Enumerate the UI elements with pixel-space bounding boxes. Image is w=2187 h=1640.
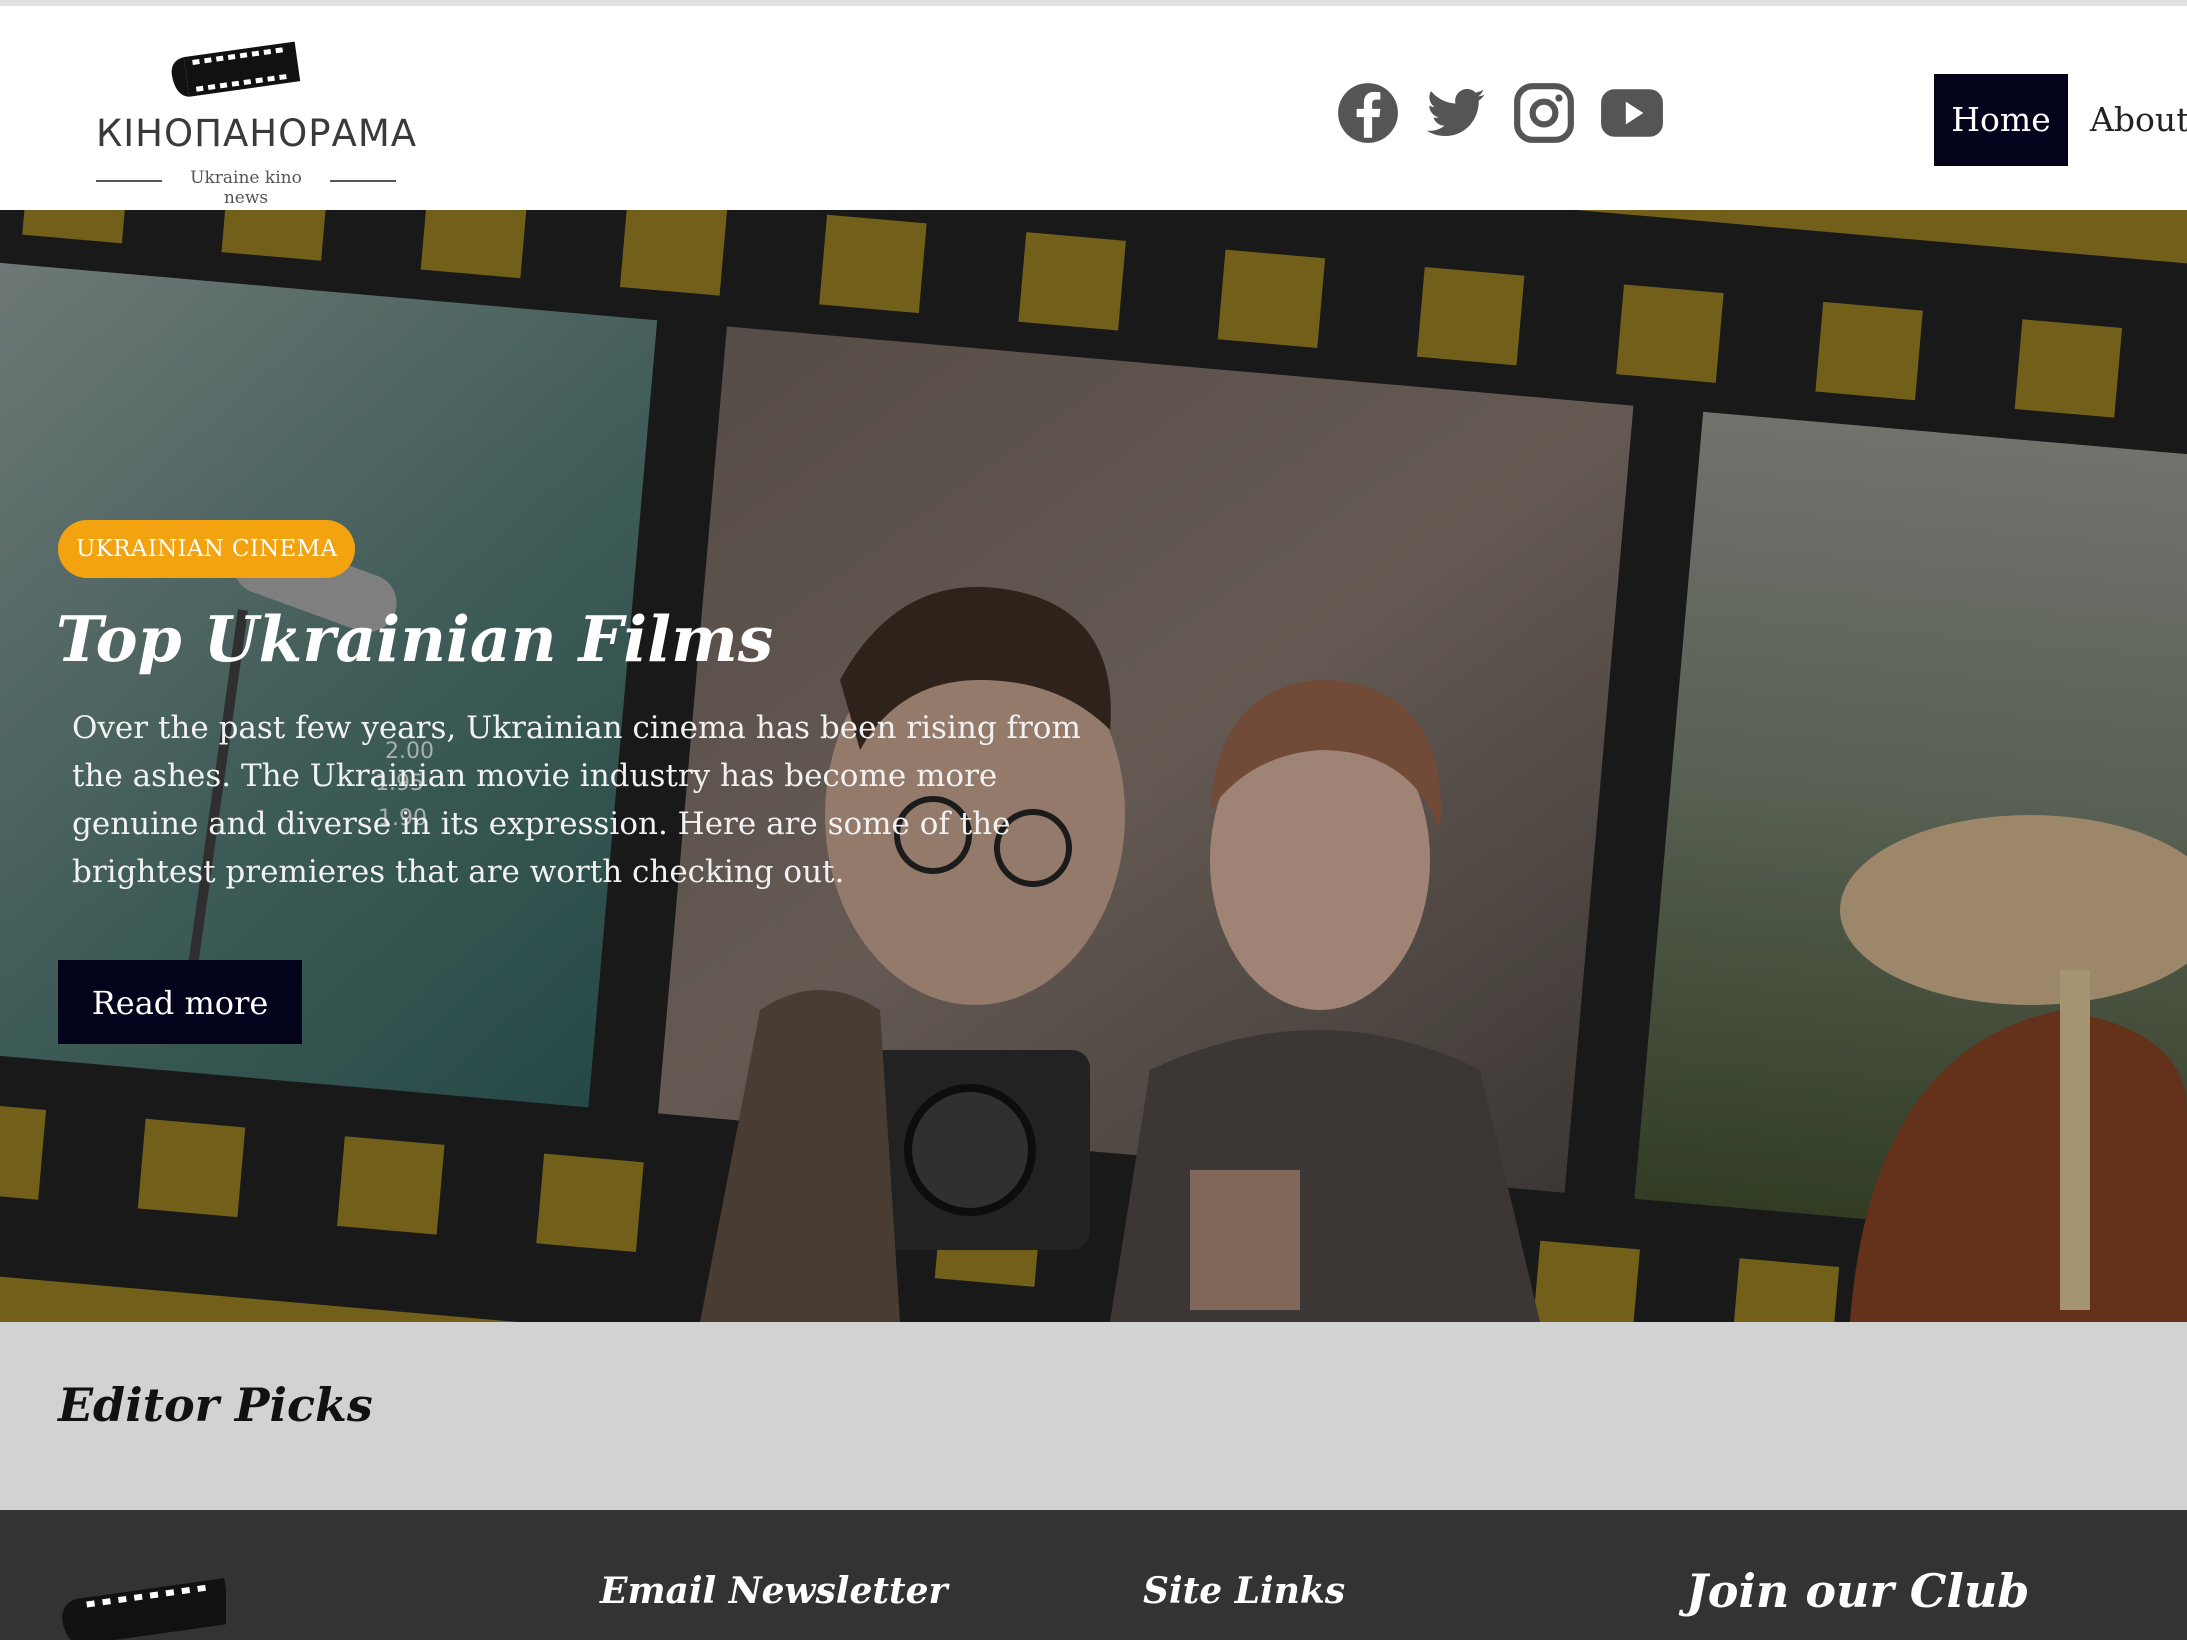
footer-newsletter-title: Email Newsletter xyxy=(600,1570,948,1612)
editor-picks-section: Editor Picks xyxy=(0,1322,2187,1510)
footer-links-title: Site Links xyxy=(1143,1570,1346,1612)
nav-home[interactable]: Home xyxy=(1934,74,2068,166)
youtube-icon[interactable] xyxy=(1599,80,1665,146)
site-logo[interactable]: КІНОПАНОРАМА Ukraine kino news xyxy=(96,20,418,208)
film-reel-icon xyxy=(62,1578,226,1640)
hero-title: Top Ukrainian Films xyxy=(56,602,774,676)
film-reel-icon xyxy=(171,41,301,97)
editor-picks-title: Editor Picks xyxy=(58,1378,373,1432)
twitter-icon[interactable] xyxy=(1423,80,1489,146)
footer-club-title: Join our Club xyxy=(1686,1564,2030,1618)
category-badge[interactable]: UKRAINIAN CINEMA xyxy=(58,520,356,578)
site-footer: Email Newsletter Site Links Join our Clu… xyxy=(0,1510,2187,1640)
logo-title: КІНОПАНОРАМА xyxy=(96,112,418,155)
read-more-button[interactable]: Read more xyxy=(58,960,302,1044)
hero-banner: 2.00 1.95 1.90 UKRAINIAN CINEMA Top Ukrain… xyxy=(0,210,2187,1322)
divider xyxy=(330,180,396,182)
logo-tagline: Ukraine kino news xyxy=(190,168,302,208)
site-header: КІНОПАНОРАМА Ukraine kino news Home Abou… xyxy=(0,6,2187,210)
facebook-icon[interactable] xyxy=(1335,80,1401,146)
logo-tagline-row: Ukraine kino news xyxy=(96,168,396,208)
nav-about[interactable]: About xyxy=(2090,74,2187,166)
hero-description: Over the past few years, Ukrainian cinem… xyxy=(72,710,1081,890)
instagram-icon[interactable] xyxy=(1511,80,1577,146)
divider xyxy=(96,180,162,182)
